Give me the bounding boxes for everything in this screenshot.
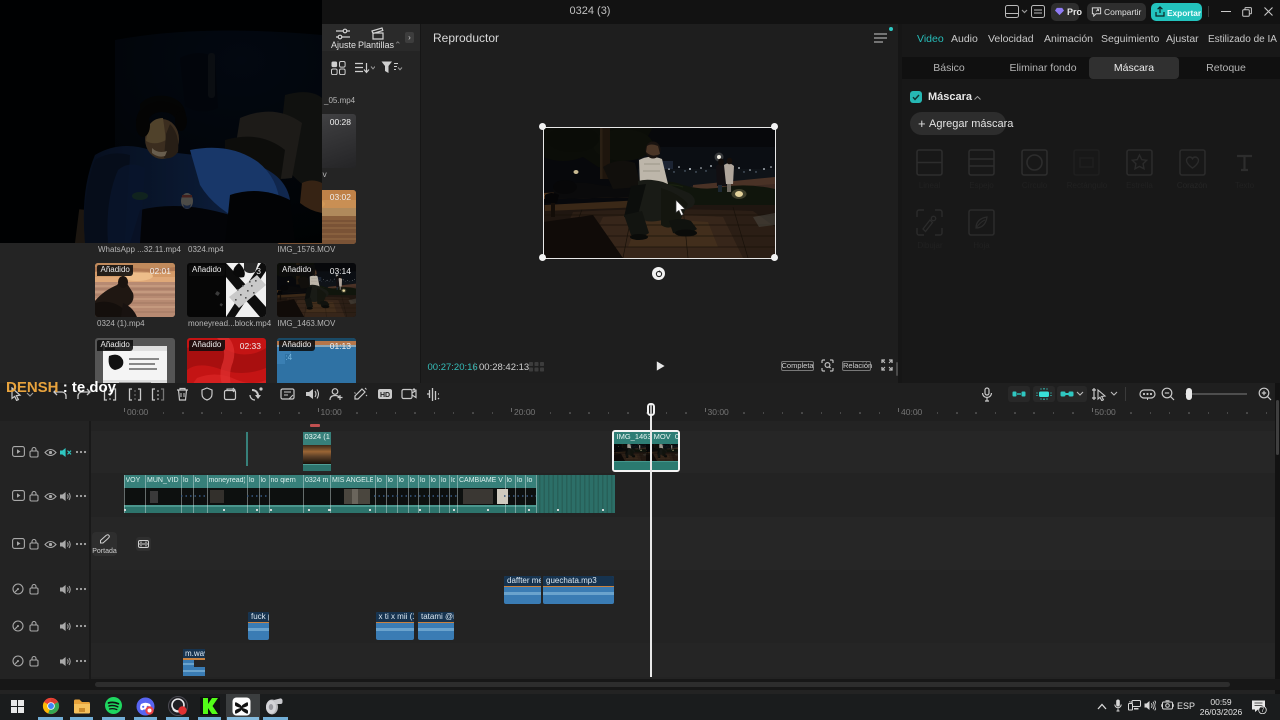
svg-text:5G: 5G xyxy=(1129,700,1134,704)
